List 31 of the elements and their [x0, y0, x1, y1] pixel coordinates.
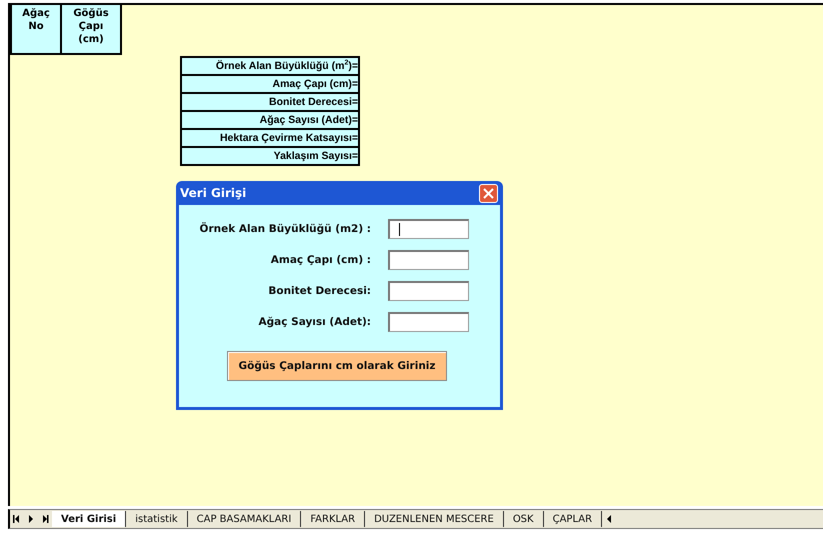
input-field[interactable]	[388, 218, 469, 238]
column-header: Ağaç No	[10, 5, 60, 53]
table-cell: Bonitet Derecesi=	[182, 92, 358, 110]
table-cell: Yaklaşım Sayısı=	[182, 146, 358, 164]
sheet-tab[interactable]: OSK	[504, 511, 544, 527]
field-label: Amaç Çapı (cm) :	[270, 254, 371, 266]
column-header: Göğüs Çapı (cm)	[60, 5, 120, 53]
table-cell: Amaç Çapı (cm)=	[182, 74, 358, 92]
close-button[interactable]	[479, 184, 498, 202]
sheet-tab[interactable]: CAP BASAMAKLARI	[188, 511, 302, 527]
input-field[interactable]	[388, 250, 469, 270]
right-triangle-icon	[27, 515, 35, 523]
submit-button[interactable]: Göğüs Çaplarını cm olarak Giriniz	[227, 351, 447, 381]
table-cell: Hektara Çevirme Katsayısı=	[182, 128, 358, 146]
input-field[interactable]	[388, 312, 469, 332]
table-cell-text: Örnek Alan Büyüklüğü (m$^{2}$)=	[214, 58, 358, 74]
field-label: Bonitet Derecesi:	[267, 284, 371, 296]
left-triangle-icon	[13, 515, 21, 523]
sheet-tab[interactable]: DUZENLENEN MESCERE	[365, 511, 504, 527]
table-cell: Ağaç Sayısı (Adet)=	[182, 110, 358, 128]
window-title: Veri Girişi	[180, 186, 246, 200]
field-label: Örnek Alan Büyüklüğü (m2) :	[198, 222, 371, 234]
sheet-tab[interactable]: ÇAPLAR	[544, 511, 602, 527]
input-field[interactable]	[388, 280, 469, 300]
sheet-tab[interactable]: istatistik	[126, 511, 188, 527]
right-triangle-icon	[41, 515, 49, 523]
close-icon	[483, 188, 494, 198]
field-label: Ağaç Sayısı (Adet):	[258, 316, 371, 328]
sheet-tab[interactable]: FARKLAR	[301, 511, 366, 527]
left-triangle-icon	[605, 515, 614, 523]
sheet-tab[interactable]: Veri Girisi	[52, 511, 126, 527]
